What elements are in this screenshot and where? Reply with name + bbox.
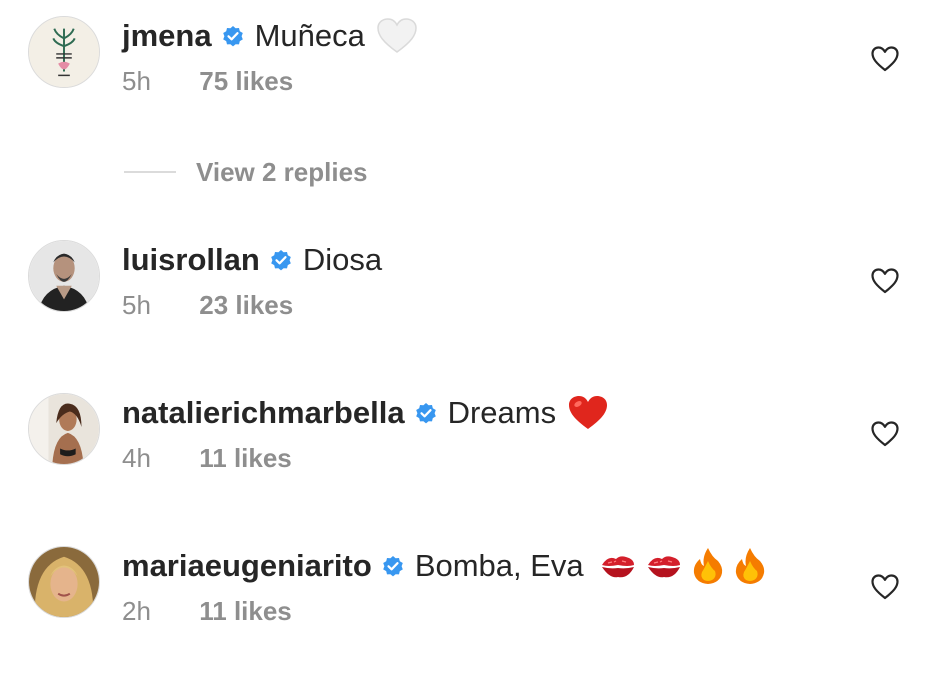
like-heart-icon[interactable]: [871, 268, 899, 294]
fire-icon: [692, 547, 724, 585]
comment-mariaeugeniarito: mariaeugeniarito Bomba, Eva 2h 11 likes: [0, 546, 949, 656]
white-heart-icon: [377, 18, 417, 54]
username[interactable]: mariaeugeniarito: [122, 548, 372, 584]
avatar-natalierichmarbella[interactable]: [28, 393, 100, 465]
comment-meta: 4h 11 likes: [122, 443, 292, 474]
avatar-image-mariaeugeniarito: [29, 547, 99, 617]
replies-divider: [124, 171, 176, 173]
timestamp: 5h: [122, 290, 151, 320]
timestamp: 4h: [122, 443, 151, 473]
comment-line: natalierichmarbella Dreams: [122, 393, 618, 433]
emoji-group: [568, 395, 618, 431]
emoji-group: [377, 18, 427, 54]
likes-count[interactable]: 75 likes: [199, 66, 293, 96]
comment-line: luisrollan Diosa: [122, 240, 382, 280]
comment-jmena: jmena Muñeca 5h 75 likes: [0, 16, 949, 126]
like-heart-icon[interactable]: [871, 421, 899, 447]
verified-badge-icon: [381, 554, 405, 578]
view-replies-button[interactable]: View 2 replies: [124, 154, 368, 190]
username[interactable]: natalierichmarbella: [122, 395, 405, 431]
comment-luisrollan: luisrollan Diosa 5h 23 likes: [0, 240, 949, 350]
red-heart-icon: [568, 395, 608, 431]
view-replies-label: View 2 replies: [196, 156, 368, 187]
verified-badge-icon: [414, 401, 438, 425]
avatar-luisrollan[interactable]: [28, 240, 100, 312]
verified-badge-icon: [269, 248, 293, 272]
comment-text: Bomba, Eva: [414, 548, 584, 583]
comment-meta: 5h 75 likes: [122, 66, 293, 97]
emoji-group: [600, 547, 776, 585]
avatar-mariaeugeniarito[interactable]: [28, 546, 100, 618]
likes-count[interactable]: 11 likes: [199, 596, 292, 626]
likes-count[interactable]: 23 likes: [199, 290, 293, 320]
fire-icon: [734, 547, 766, 585]
avatar-image-natalierichmarbella: [29, 394, 99, 464]
like-heart-icon[interactable]: [871, 46, 899, 72]
verified-badge-icon: [221, 24, 245, 48]
comment-text: Muñeca: [254, 18, 365, 53]
avatar-image-jmena: [29, 17, 99, 87]
username[interactable]: jmena: [122, 18, 212, 54]
comment-text: Dreams: [447, 395, 557, 430]
comment-text: Diosa: [302, 242, 383, 277]
avatar-image-luisrollan: [29, 241, 99, 311]
timestamp: 2h: [122, 596, 151, 626]
comment-natalierichmarbella: natalierichmarbella Dreams 4h 11 likes: [0, 393, 949, 503]
kiss-mark-icon: [600, 551, 636, 581]
likes-count[interactable]: 11 likes: [199, 443, 292, 473]
comment-meta: 5h 23 likes: [122, 290, 293, 321]
kiss-mark-icon: [646, 551, 682, 581]
comment-line: mariaeugeniarito Bomba, Eva: [122, 546, 776, 586]
comment-line: jmena Muñeca: [122, 16, 427, 56]
timestamp: 5h: [122, 66, 151, 96]
username[interactable]: luisrollan: [122, 242, 260, 278]
avatar-jmena[interactable]: [28, 16, 100, 88]
comment-meta: 2h 11 likes: [122, 596, 292, 627]
like-heart-icon[interactable]: [871, 574, 899, 600]
